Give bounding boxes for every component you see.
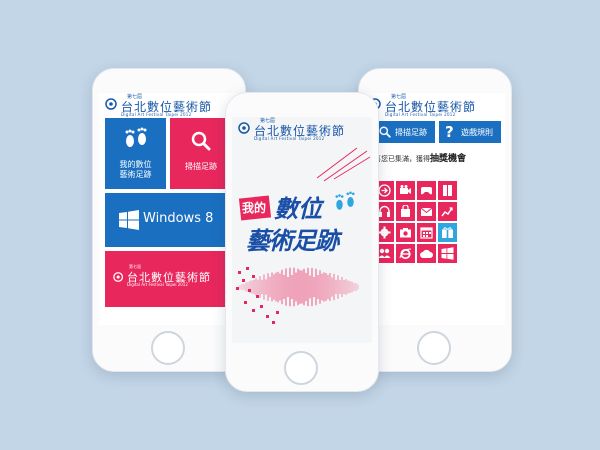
left-phone-screen: 第七屆 台北數位藝術節 Digital Art Festival Taipei … (99, 93, 239, 325)
my-footprints-tile[interactable]: 我的數位 藝術足跡 (105, 118, 166, 189)
video-camera-icon (400, 185, 411, 194)
logo-english: Digital Art Festival Taipei 2012 (254, 136, 325, 141)
logo-tile-english: Digital Art Festival Taipei 2012 (127, 282, 188, 287)
headline-badge-text: 我的 (242, 201, 267, 215)
scan-footprints-button[interactable]: 掃描足跡 (375, 121, 435, 143)
festival-logo: 第七屆 台北數位藝術節 Digital Art Festival Taipei … (369, 93, 499, 117)
grid-tile-video-camera[interactable] (396, 181, 415, 200)
center-phone: 第七屆 台北數位藝術節 Digital Art Festival Taipei … (225, 92, 379, 392)
gamepad-icon (421, 187, 432, 195)
grid-tile-camera[interactable] (396, 223, 415, 242)
right-phone: 第七屆 台北數位藝術節 Digital Art Festival Taipei … (358, 68, 512, 372)
gear-icon (378, 226, 391, 239)
home-button[interactable] (417, 331, 451, 365)
grid-tile-cloud[interactable] (417, 244, 436, 263)
grid-tile-chart[interactable] (438, 202, 457, 221)
windows8-tile-label: Windows 8 (143, 211, 214, 226)
grid-tile-book[interactable] (438, 181, 457, 200)
logo-mark-icon (113, 272, 124, 282)
logo-mark-icon (105, 98, 117, 110)
festival-logo: 第七屆 台北數位藝術節 Digital Art Festival Taipei … (105, 93, 235, 117)
grid-tile-internet-explorer[interactable] (396, 244, 415, 263)
book-icon (443, 185, 452, 196)
headline-line1: 數位 (274, 195, 322, 223)
arrow-right-icon (378, 184, 391, 197)
mail-icon (420, 207, 433, 216)
logo-english: Digital Art Festival Taipei 2012 (385, 112, 456, 117)
grid-tile-windows[interactable] (438, 244, 457, 263)
calendar-icon (420, 227, 433, 239)
camera-icon (400, 228, 411, 238)
search-icon (191, 131, 211, 151)
icon-grid (375, 181, 501, 307)
headline-line2: 藝術足跡 (246, 227, 339, 255)
grid-tile-mail[interactable] (417, 202, 436, 221)
scan-button-label: 掃描足跡 (395, 128, 427, 137)
sound-wave-graphic (236, 267, 359, 324)
grid-tile-gift[interactable] (438, 223, 457, 242)
center-phone-screen: 第七屆 台北數位藝術節 Digital Art Festival Taipei … (232, 117, 372, 343)
grid-tile-gamepad[interactable] (417, 181, 436, 200)
windows-icon (441, 247, 454, 260)
scan-footprints-tile[interactable]: 掃描足跡 (170, 118, 232, 189)
rules-button-label: 遊戲規則 (461, 128, 493, 137)
festival-logo-tile[interactable]: 第七屆 台北數位藝術節 Digital Art Festival Taipei … (105, 251, 232, 307)
scan-tile-label: 掃描足跡 (185, 162, 217, 171)
gift-icon (442, 227, 453, 238)
windows8-tile[interactable]: Windows 8 (105, 193, 232, 247)
reward-message: 恭喜您已集滿，獲得抽獎機會 (367, 151, 505, 164)
windows-icon (119, 210, 139, 230)
reward-message-highlight: 抽獎機會 (430, 154, 467, 164)
cloud-icon (420, 249, 433, 258)
logo-english: Digital Art Festival Taipei 2012 (121, 112, 192, 117)
people-icon (378, 248, 391, 258)
right-phone-screen: 第七屆 台北數位藝術節 Digital Art Festival Taipei … (365, 93, 505, 325)
grid-tile-shopping-bag[interactable] (396, 202, 415, 221)
question-icon: ? (445, 123, 454, 141)
home-button[interactable] (151, 331, 185, 365)
footprints-icon (335, 191, 355, 210)
game-rules-button[interactable]: ? 遊戲規則 (439, 121, 501, 143)
decorative-streaks (316, 147, 371, 182)
festival-logo: 第七屆 台北數位藝術節 Digital Art Festival Taipei … (238, 117, 368, 141)
search-icon (379, 126, 391, 138)
footprints-tile-label: 我的數位 藝術足跡 (119, 160, 152, 179)
home-button[interactable] (284, 351, 318, 385)
chart-icon (441, 207, 453, 217)
headphones-icon (379, 205, 390, 217)
grid-tile-calendar[interactable] (417, 223, 436, 242)
shopping-bag-icon (401, 205, 410, 217)
footprints-icon (125, 127, 147, 147)
left-phone: 第七屆 台北數位藝術節 Digital Art Festival Taipei … (92, 68, 246, 372)
internet-explorer-icon (399, 248, 412, 260)
logo-mark-icon (238, 122, 250, 134)
